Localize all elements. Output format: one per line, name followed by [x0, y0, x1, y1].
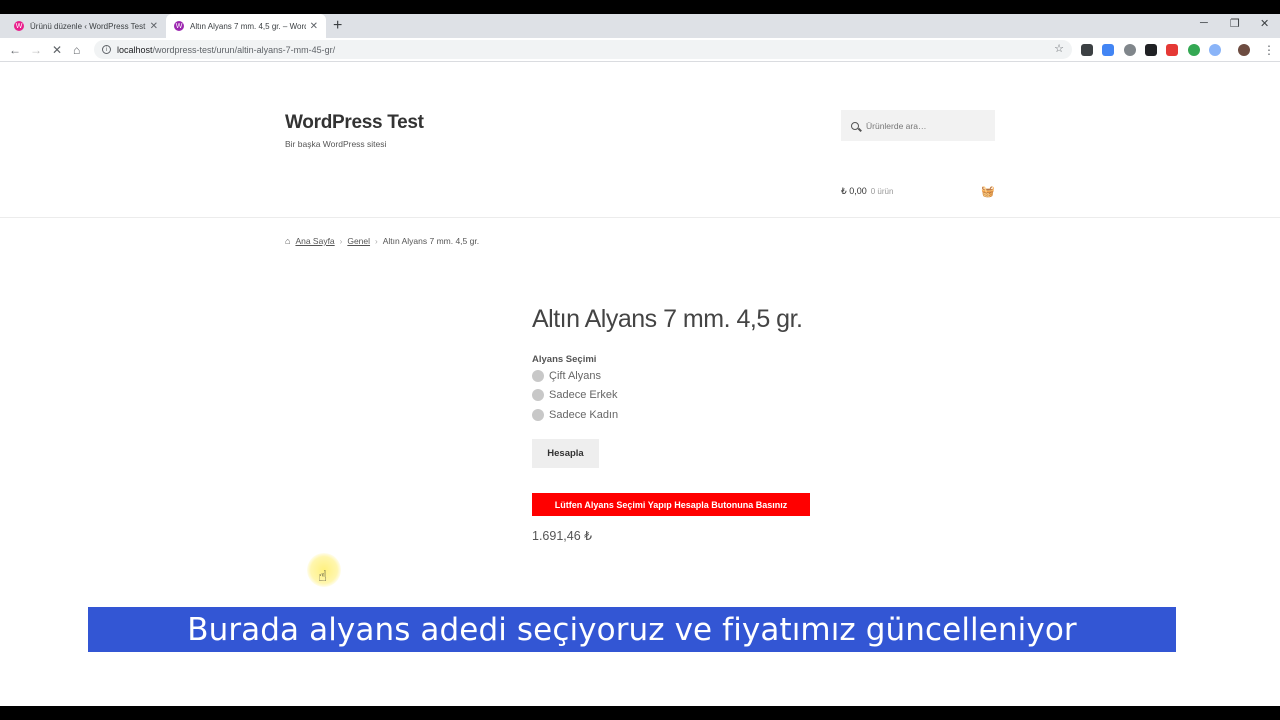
calculate-button[interactable]: Hesapla	[532, 439, 599, 468]
close-tab-icon[interactable]: ✕	[150, 21, 158, 32]
tab-strip: W Ürünü düzenle ‹ WordPress Test — WordP…	[0, 14, 1280, 38]
stop-loading-icon[interactable]: ✕	[52, 42, 62, 58]
menu-kebab-icon[interactable]: ⋮	[1263, 42, 1275, 58]
option-male-radio[interactable]: Sadece Erkek	[532, 389, 617, 401]
hand-cursor-icon: ☝	[318, 568, 328, 585]
url-host: localhost	[117, 44, 153, 55]
option-label: Sadece Erkek	[549, 389, 618, 401]
wordpress-favicon-icon: W	[14, 21, 24, 31]
home-icon: ⌂	[285, 236, 291, 246]
breadcrumb-separator-icon: ›	[375, 236, 378, 246]
video-caption: Burada alyans adedi seçiyoruz ve fiyatım…	[88, 607, 1176, 652]
tab-edit-product[interactable]: W Ürünü düzenle ‹ WordPress Test — WordP…	[6, 14, 166, 38]
selection-notice: Lütfen Alyans Seçimi Yapıp Hesapla Buton…	[532, 493, 810, 516]
product-title: Altın Alyans 7 mm. 4,5 gr.	[532, 305, 803, 333]
window-close-icon[interactable]: ✕	[1260, 17, 1269, 30]
breadcrumb-category-link[interactable]: Genel	[347, 236, 370, 246]
search-placeholder: Ürünlerde ara…	[866, 120, 927, 131]
tab-title: Ürünü düzenle ‹ WordPress Test — WordPre…	[30, 21, 146, 31]
back-icon[interactable]: ←	[9, 42, 21, 58]
restore-icon[interactable]: ❐	[1230, 17, 1240, 30]
extension-icon[interactable]	[1124, 44, 1136, 56]
breadcrumb-home-link[interactable]: Ana Sayfa	[295, 236, 334, 246]
woocommerce-favicon-icon: W	[174, 21, 184, 31]
cart-total: ₺ 0,00	[841, 186, 867, 196]
extension-icon[interactable]	[1145, 44, 1157, 56]
bookmark-star-icon[interactable]: ☆	[1054, 42, 1064, 55]
shopping-basket-icon[interactable]: 🧺	[981, 185, 995, 198]
site-tagline: Bir başka WordPress sitesi	[285, 139, 387, 149]
option-pair-radio[interactable]: Çift Alyans	[532, 370, 601, 382]
site-header: WordPress Test Bir başka WordPress sites…	[0, 62, 1280, 218]
extension-icon[interactable]	[1188, 44, 1200, 56]
option-label: Sadece Kadın	[549, 409, 619, 421]
browser-window: W Ürünü düzenle ‹ WordPress Test — WordP…	[0, 14, 1280, 706]
tab-title: Altın Alyans 7 mm. 4,5 gr. – WordPress T…	[190, 21, 306, 31]
new-tab-button[interactable]: +	[333, 17, 342, 35]
mini-cart[interactable]: ₺ 0,00 0 ürün 🧺	[841, 185, 995, 198]
cart-count: 0 ürün	[870, 187, 894, 196]
breadcrumb-separator-icon: ›	[339, 236, 343, 246]
radio-button[interactable]	[532, 370, 544, 382]
url-path: /wordpress-test/urun/altin-alyans-7-mm-4…	[152, 44, 336, 55]
browser-toolbar: ← → ✕ ⌂ i localhost/wordpress-test/urun/…	[0, 38, 1280, 62]
option-label: Çift Alyans	[549, 370, 601, 382]
tab-product-page[interactable]: W Altın Alyans 7 mm. 4,5 gr. – WordPress…	[166, 14, 326, 38]
search-icon	[851, 121, 859, 130]
radio-button[interactable]	[532, 409, 544, 421]
extension-icon[interactable]	[1166, 44, 1178, 56]
extension-icon[interactable]	[1102, 44, 1114, 56]
site-title[interactable]: WordPress Test	[285, 112, 424, 134]
option-female-radio[interactable]: Sadece Kadın	[532, 409, 618, 421]
breadcrumb-current: Altın Alyans 7 mm. 4,5 gr.	[382, 236, 480, 246]
extension-icon[interactable]	[1209, 44, 1221, 56]
address-bar[interactable]: i localhost/wordpress-test/urun/altin-al…	[94, 40, 1072, 59]
close-tab-icon[interactable]: ✕	[310, 21, 318, 32]
minimize-icon[interactable]: ─	[1200, 17, 1208, 29]
breadcrumb: ⌂ Ana Sayfa › Genel › Altın Alyans 7 mm.…	[285, 236, 479, 246]
ring-option-label: Alyans Seçimi	[532, 354, 597, 365]
forward-icon[interactable]: →	[30, 42, 42, 58]
product-price: 1.691,46 ₺	[532, 529, 593, 543]
product-search-input[interactable]: Ürünlerde ara…	[841, 110, 995, 141]
extension-icon[interactable]	[1081, 44, 1093, 56]
home-icon[interactable]: ⌂	[73, 42, 80, 58]
site-info-icon[interactable]: i	[102, 45, 111, 54]
radio-button[interactable]	[532, 389, 544, 401]
profile-avatar[interactable]	[1238, 44, 1250, 56]
